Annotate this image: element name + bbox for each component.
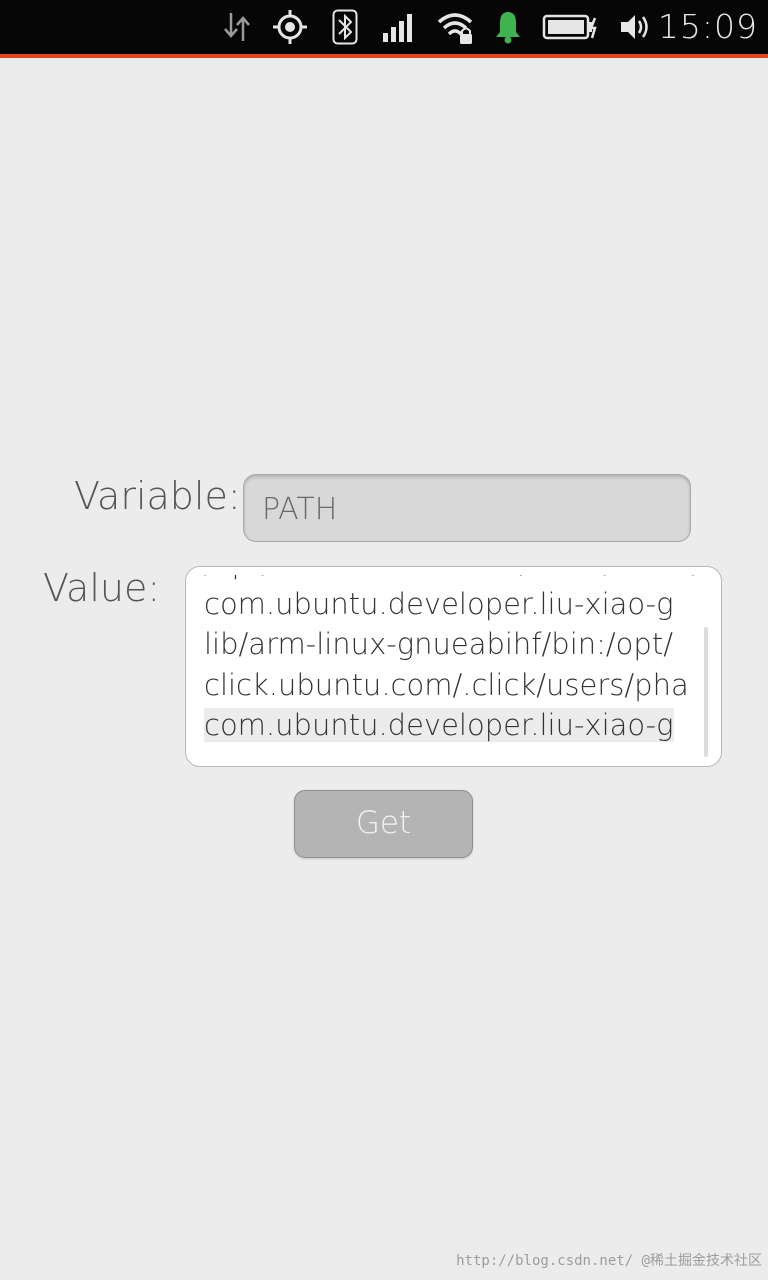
value-line: lib/arm-linux-gnueabihf/bin:/opt/ <box>204 627 673 661</box>
text-area-scrollbar[interactable] <box>704 627 708 757</box>
cellular-signal-icon <box>383 14 412 42</box>
status-bar-accent-line <box>0 54 768 58</box>
variable-label: Variable: <box>74 474 241 518</box>
notification-bell-icon <box>496 12 520 44</box>
network-transfer-icon <box>224 13 250 41</box>
battery-charging-icon <box>542 14 597 40</box>
clock: 15:09 <box>657 7 758 46</box>
variable-input-value: PATH <box>262 492 338 527</box>
value-line: com.ubuntu.developer.liu-xiao-g <box>204 705 704 746</box>
value-label: Value: <box>43 566 161 610</box>
variable-input[interactable]: PATH <box>243 474 691 542</box>
bluetooth-icon <box>332 9 358 45</box>
watermark: http://blog.csdn.net/ @稀土掘金技术社区 <box>456 1253 762 1269</box>
value-line-text: com.ubuntu.developer.liu-xiao-g <box>204 708 674 742</box>
value-text-area[interactable]: /opt/click.ubuntu.com/.click/users/ com.… <box>185 566 722 767</box>
get-button[interactable]: Get <box>294 790 473 858</box>
value-line: click.ubuntu.com/.click/users/pha <box>204 667 689 702</box>
wifi-icon <box>437 13 473 44</box>
value-line: com.ubuntu.developer.liu-xiao-g <box>204 586 674 621</box>
volume-icon <box>621 15 648 39</box>
status-bar: 15:09 <box>0 0 768 54</box>
value-line: /opt/click.ubuntu.com/.click/users/ <box>204 575 704 584</box>
location-icon <box>273 10 307 44</box>
